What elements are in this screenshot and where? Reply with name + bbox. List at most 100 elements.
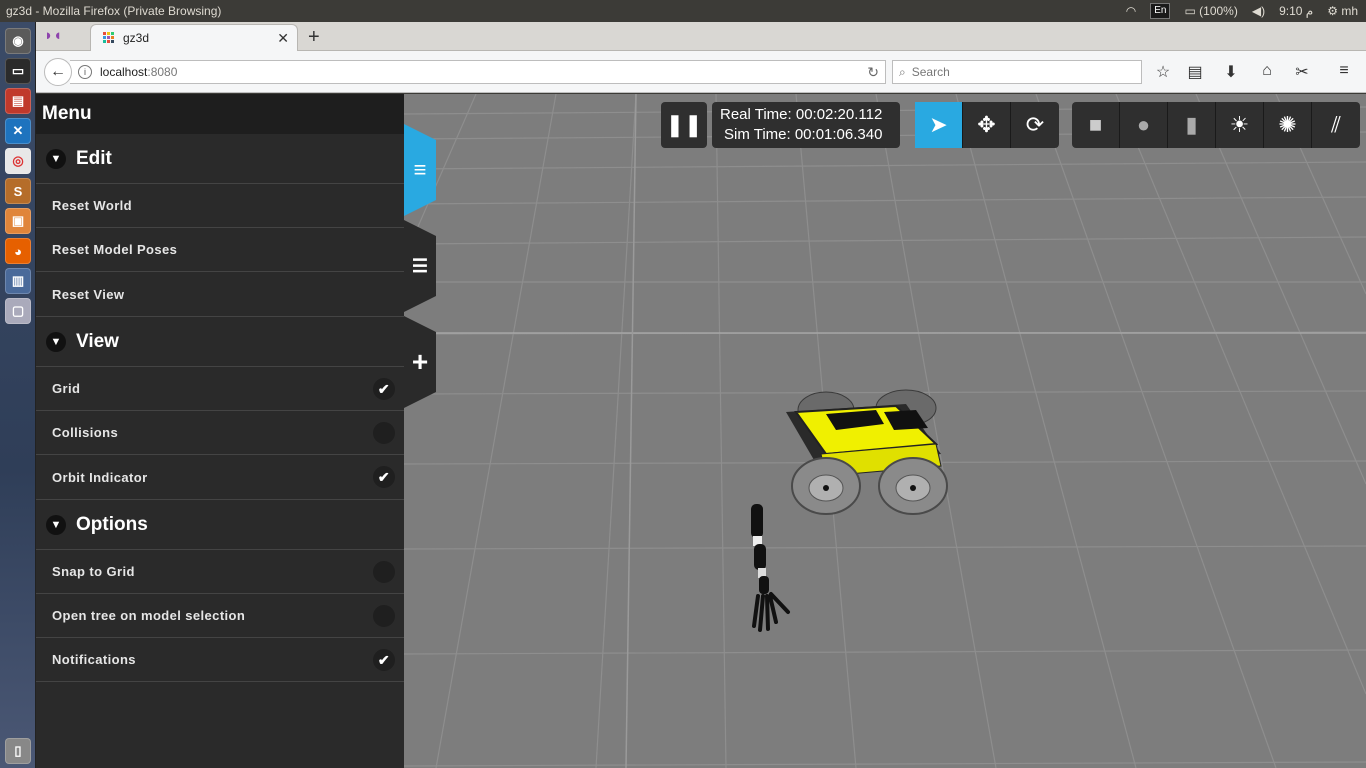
tab-gz3d[interactable]: gz3d ✕ xyxy=(90,24,298,51)
menu-item-label: Open tree on model selection xyxy=(52,608,246,623)
menu-item-label: Reset World xyxy=(52,198,133,213)
unchecked-toggle-icon[interactable] xyxy=(373,561,395,583)
spot-light-button[interactable]: ✺ xyxy=(1264,102,1312,148)
checkmark-icon[interactable]: ✔ xyxy=(373,649,395,671)
directional-light-button[interactable]: ⫽ xyxy=(1312,102,1360,148)
download-icon[interactable]: ⬇ xyxy=(1221,62,1241,82)
back-button[interactable]: ← xyxy=(44,58,72,86)
sun-icon: ☀ xyxy=(1229,112,1250,137)
rover-model[interactable] xyxy=(786,389,948,515)
menu-item-reset-model-poses[interactable]: Reset Model Poses xyxy=(36,228,404,272)
reload-icon[interactable]: ↻ xyxy=(867,64,879,81)
chevron-down-icon: ▼ xyxy=(46,514,66,535)
sublime-icon[interactable]: S xyxy=(5,178,31,204)
section-label: View xyxy=(76,330,119,352)
menu-item-label: Notifications xyxy=(52,652,136,667)
package-icon[interactable]: ▣ xyxy=(5,208,31,234)
menu-item-notifications[interactable]: Notifications ✔ xyxy=(36,638,404,682)
rotate-mode-button[interactable]: ⟳ xyxy=(1011,102,1059,148)
menu-item-label: Grid xyxy=(52,381,81,396)
dash-icon[interactable]: ◉ xyxy=(5,28,31,54)
wifi-icon[interactable]: ◠ xyxy=(1126,4,1136,18)
launcher: ◉ ▭ ▤ ✕ ◎ S ▣ ◕ ▥ ▢ ▯ xyxy=(0,22,36,768)
spotlight-icon: ✺ xyxy=(1278,112,1297,137)
sphere-button[interactable]: ● xyxy=(1120,102,1168,148)
chevron-down-icon: ▼ xyxy=(46,331,66,352)
play-pause-group: ❚❚ xyxy=(661,102,707,148)
reading-list-icon[interactable]: ▤ xyxy=(1185,62,1205,82)
move-icon: ✥ xyxy=(977,112,996,137)
sim-time: Sim Time: 00:01:06.340 xyxy=(724,126,883,143)
battery-label: (100%) xyxy=(1199,4,1238,18)
chrome-icon[interactable]: ◎ xyxy=(5,148,31,174)
menu-item-grid[interactable]: Grid ✔ xyxy=(36,367,404,411)
menu-item-orbit-indicator[interactable]: Orbit Indicator ✔ xyxy=(36,455,404,500)
scene-viewport[interactable]: Menu ▼ Edit Reset World Reset Model Pose… xyxy=(36,94,1366,768)
menu-item-reset-world[interactable]: Reset World xyxy=(36,184,404,228)
pause-button[interactable]: ❚❚ xyxy=(661,102,707,148)
drive-icon[interactable]: ▢ xyxy=(5,298,31,324)
section-options[interactable]: ▼ Options xyxy=(36,500,404,550)
home-icon[interactable]: ⌂ xyxy=(1257,62,1277,80)
unchecked-toggle-icon[interactable] xyxy=(373,605,395,627)
nav-bar: i localhost:8080 ↻ ← ⌕ Search ☆ ▤ ⬇ ⌂ ✂ … xyxy=(36,51,1366,93)
favicon-icon xyxy=(103,32,115,44)
battery-indicator[interactable]: ▭ (100%) xyxy=(1184,4,1237,18)
search-placeholder: Search xyxy=(911,65,950,79)
gear-icon: ⚙ xyxy=(1327,4,1338,18)
window-icon[interactable]: ▥ xyxy=(5,268,31,294)
vscode-icon[interactable]: ✕ xyxy=(5,118,31,144)
menu-item-label: Reset Model Poses xyxy=(52,242,178,257)
sphere-icon: ● xyxy=(1136,112,1151,137)
insert-tab[interactable]: + xyxy=(404,316,436,408)
section-view[interactable]: ▼ View xyxy=(36,317,404,367)
pointer-icon: ➤ xyxy=(929,112,948,137)
chevron-down-icon: ▼ xyxy=(46,148,66,169)
menu-item-snap-to-grid[interactable]: Snap to Grid xyxy=(36,550,404,594)
tab-strip: ◗◖ gz3d ✕ + xyxy=(36,22,1366,51)
tree-tab[interactable]: ☰ xyxy=(404,220,436,312)
app-launcher-icon[interactable]: ▤ xyxy=(5,88,31,114)
cylinder-button[interactable]: ▮ xyxy=(1168,102,1216,148)
close-tab-icon[interactable]: ✕ xyxy=(277,30,289,47)
rotate-icon: ⟳ xyxy=(1025,112,1045,137)
hamburger-menu-icon[interactable]: ≡ xyxy=(1334,62,1354,80)
arm-model[interactable] xyxy=(751,504,790,632)
trash-icon[interactable]: ▯ xyxy=(5,738,31,764)
box-button[interactable]: ■ xyxy=(1072,102,1120,148)
keyboard-indicator[interactable]: En xyxy=(1150,3,1171,19)
tree-icon: ☰ xyxy=(411,255,429,276)
directional-light-icon: ⫽ xyxy=(1331,112,1341,137)
info-icon[interactable]: i xyxy=(78,65,92,79)
user-name: mh xyxy=(1341,4,1358,18)
extension-icon[interactable]: ✂ xyxy=(1292,62,1312,82)
manipulation-group: ➤ ✥ ⟳ xyxy=(915,102,1059,148)
unchecked-toggle-icon[interactable] xyxy=(373,422,395,444)
search-input[interactable]: ⌕ Search xyxy=(892,60,1142,84)
volume-icon[interactable]: ◀) xyxy=(1252,4,1265,18)
menu-item-collisions[interactable]: Collisions xyxy=(36,411,404,455)
url-bar[interactable]: i localhost:8080 ↻ xyxy=(70,60,886,84)
menu-item-reset-view[interactable]: Reset View xyxy=(36,272,404,317)
menu-item-label: Collisions xyxy=(52,425,119,440)
section-label: Edit xyxy=(76,147,112,169)
translate-mode-button[interactable]: ✥ xyxy=(963,102,1011,148)
session-menu[interactable]: ⚙ mh xyxy=(1327,4,1358,18)
select-mode-button[interactable]: ➤ xyxy=(915,102,963,148)
search-icon: ⌕ xyxy=(899,64,906,79)
bookmark-star-icon[interactable]: ☆ xyxy=(1153,62,1173,82)
point-light-button[interactable]: ☀ xyxy=(1216,102,1264,148)
menu-item-label: Orbit Indicator xyxy=(52,469,148,485)
menu-item-open-tree[interactable]: Open tree on model selection xyxy=(36,594,404,638)
firefox-icon[interactable]: ◕ xyxy=(5,238,31,264)
clock[interactable]: 9:10 م xyxy=(1279,4,1313,18)
tab-title: gz3d xyxy=(123,31,150,45)
section-edit[interactable]: ▼ Edit xyxy=(36,134,404,184)
menu-tab[interactable]: ≡ xyxy=(404,124,436,216)
hamburger-icon: ≡ xyxy=(413,157,427,182)
terminal-icon[interactable]: ▭ xyxy=(5,58,31,84)
os-top-panel: gz3d - Mozilla Firefox (Private Browsing… xyxy=(0,0,1366,22)
new-tab-button[interactable]: + xyxy=(308,26,320,49)
checkmark-icon[interactable]: ✔ xyxy=(373,378,395,400)
checkmark-icon[interactable]: ✔ xyxy=(373,466,395,488)
